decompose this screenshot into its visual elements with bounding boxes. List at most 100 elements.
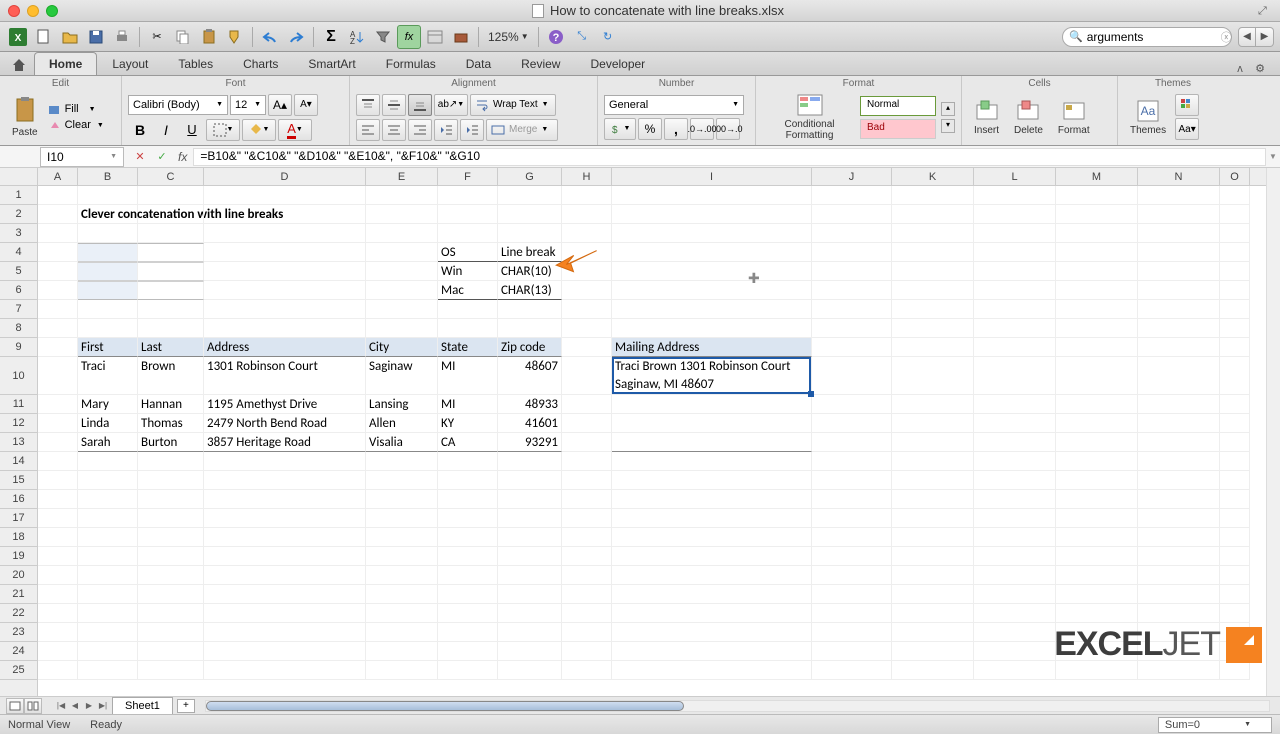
autosum-icon[interactable]: Σ [319,25,343,49]
clear-search-icon[interactable]: ⓧ [1221,29,1232,45]
row-header-10[interactable]: 10 [0,357,37,395]
format-cells-button[interactable]: Format [1052,91,1096,143]
expand-formula-bar-icon[interactable]: ▼ [1266,152,1280,161]
tab-smartart[interactable]: SmartArt [293,52,370,75]
row-header-3[interactable]: 3 [0,224,37,243]
new-file-icon[interactable] [32,25,56,49]
insert-button[interactable]: Insert [968,91,1005,143]
align-right-icon[interactable] [408,119,432,141]
row-header-20[interactable]: 20 [0,566,37,585]
fx-icon[interactable]: fx [178,150,187,164]
row-header-16[interactable]: 16 [0,490,37,509]
horizontal-scrollbar[interactable] [205,700,1270,712]
formula-input[interactable]: =B10&" "&C10&" "&D10&" "&E10&", "&F10&" … [193,148,1266,166]
currency-icon[interactable]: $▼ [604,118,636,140]
column-header-M[interactable]: M [1056,168,1138,185]
filter-icon[interactable] [371,25,395,49]
percent-icon[interactable]: % [638,118,662,140]
column-header-L[interactable]: L [974,168,1056,185]
cells-area[interactable]: Clever concatenation with line breaksOSL… [38,186,1266,696]
theme-colors-icon[interactable] [1175,94,1199,116]
merge-button[interactable]: Merge▼ [486,119,558,141]
column-header-G[interactable]: G [498,168,562,185]
themes-button[interactable]: AaThemes [1124,91,1172,143]
tab-review[interactable]: Review [506,52,575,75]
fill-button[interactable]: Fill▼ [47,102,104,116]
ribbon-settings-icon[interactable]: ⚙ [1252,62,1268,75]
delete-button[interactable]: Delete [1008,91,1049,143]
style-normal[interactable]: Normal [860,96,936,116]
redo-icon[interactable] [284,25,308,49]
name-box[interactable]: I10▼ [40,147,124,167]
row-header-24[interactable]: 24 [0,642,37,661]
print-icon[interactable] [110,25,134,49]
row-header-4[interactable]: 4 [0,243,37,262]
ribbon-collapse-icon[interactable]: ʌ [1232,63,1248,75]
align-top-icon[interactable] [356,94,380,116]
column-header-D[interactable]: D [204,168,366,185]
row-header-7[interactable]: 7 [0,300,37,319]
decrease-indent-icon[interactable] [434,119,458,141]
row-headers[interactable]: 1234567891011121314151617181920212223242… [0,186,38,696]
vertical-scrollbar[interactable] [1266,168,1280,696]
toolbox-icon[interactable] [449,25,473,49]
zoom-level[interactable]: 125% ▼ [484,30,533,44]
tab-data[interactable]: Data [451,52,506,75]
home-icon[interactable] [8,55,30,75]
open-icon[interactable] [58,25,82,49]
cut-icon[interactable]: ✂ [145,25,169,49]
format-painter-icon[interactable] [223,25,247,49]
row-header-8[interactable]: 8 [0,319,37,338]
tab-tables[interactable]: Tables [163,52,228,75]
column-header-B[interactable]: B [78,168,138,185]
sheet-tab-1[interactable]: Sheet1 [112,697,173,714]
align-center-icon[interactable] [382,119,406,141]
column-header-H[interactable]: H [562,168,612,185]
align-left-icon[interactable] [356,119,380,141]
underline-button[interactable]: U [180,119,204,141]
row-header-18[interactable]: 18 [0,528,37,547]
theme-fonts-icon[interactable]: Aa▾ [1175,118,1199,140]
show-formulas-icon[interactable] [423,25,447,49]
save-icon[interactable] [84,25,108,49]
row-header-23[interactable]: 23 [0,623,37,642]
align-middle-icon[interactable] [382,94,406,116]
tab-formulas[interactable]: Formulas [371,52,451,75]
paste-icon[interactable] [197,25,221,49]
font-color-button[interactable]: A▼ [278,119,312,141]
row-header-21[interactable]: 21 [0,585,37,604]
select-all-corner[interactable] [0,168,38,186]
row-header-13[interactable]: 13 [0,433,37,452]
cancel-formula-icon[interactable]: ✕ [130,148,150,166]
nav-prev-button[interactable]: ◀ [1238,27,1256,47]
sheet-nav-last[interactable]: ▶| [96,699,110,713]
search-box[interactable]: 🔍 ⓧ [1062,27,1232,47]
bold-button[interactable]: B [128,119,152,141]
row-header-25[interactable]: 25 [0,661,37,680]
column-header-E[interactable]: E [366,168,438,185]
border-button[interactable]: ▼ [206,119,240,141]
spreadsheet-grid[interactable]: ABCDEFGHIJKLMNO 123456789101112131415161… [0,168,1280,696]
undo-icon[interactable] [258,25,282,49]
zoom-window-button[interactable] [46,5,58,17]
row-header-19[interactable]: 19 [0,547,37,566]
decrease-font-icon[interactable]: A▾ [294,94,318,116]
column-header-N[interactable]: N [1138,168,1220,185]
fx-toggle-icon[interactable]: fx [397,25,421,49]
align-bottom-icon[interactable] [408,94,432,116]
style-scroll-up[interactable]: ▴ [941,102,955,116]
number-format-select[interactable]: General▼ [604,95,744,115]
fill-color-button[interactable]: ▼ [242,119,276,141]
orientation-icon[interactable]: ab↗▼ [434,94,468,116]
sum-display[interactable]: Sum=0▼ [1158,717,1272,733]
help-icon[interactable]: ? [544,25,568,49]
increase-indent-icon[interactable] [460,119,484,141]
sheet-nav-next[interactable]: ▶ [82,699,96,713]
sheet-nav-first[interactable]: |◀ [54,699,68,713]
tab-home[interactable]: Home [34,52,97,75]
column-header-J[interactable]: J [812,168,892,185]
row-header-12[interactable]: 12 [0,414,37,433]
row-header-2[interactable]: 2 [0,205,37,224]
row-header-11[interactable]: 11 [0,395,37,414]
comma-icon[interactable]: , [664,118,688,140]
